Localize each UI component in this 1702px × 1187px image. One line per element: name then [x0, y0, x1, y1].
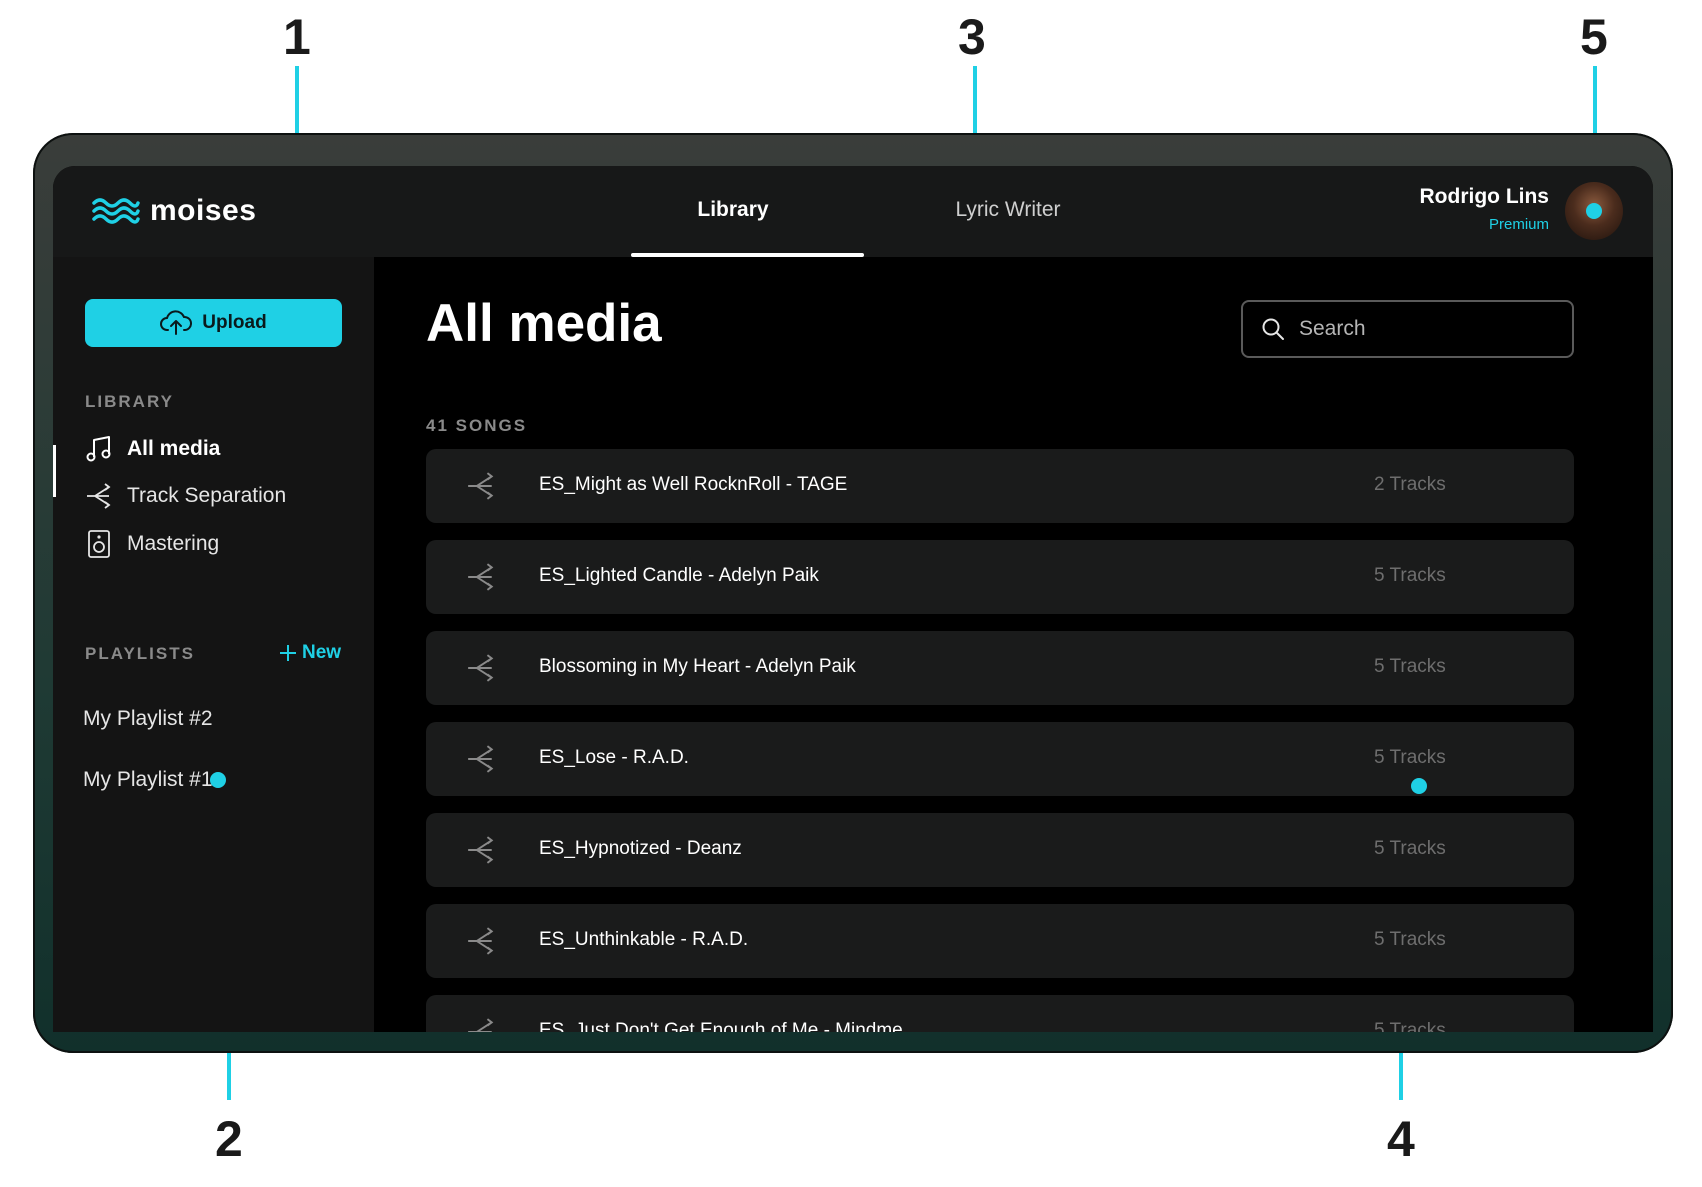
- upload-label: Upload: [202, 312, 267, 333]
- song-title: ES_Lose - R.A.D.: [539, 747, 689, 768]
- split-icon: [468, 1018, 494, 1032]
- track-count: 5 Tracks: [1374, 656, 1446, 677]
- user-plan-badge: Premium: [1488, 216, 1549, 233]
- song-row[interactable]: ES_Unthinkable - R.A.D. 5 Tracks: [426, 904, 1574, 978]
- sidebar-item-playlist-2[interactable]: My Playlist #2: [83, 707, 213, 731]
- track-count: 2 Tracks: [1374, 474, 1446, 495]
- song-title: ES_Hypnotized - Deanz: [539, 838, 742, 859]
- upload-button[interactable]: Upload: [85, 299, 342, 347]
- tab-lyric-writer[interactable]: Lyric Writer: [918, 198, 1098, 222]
- split-icon: [468, 654, 494, 682]
- song-title: ES_Unthinkable - R.A.D.: [539, 929, 749, 950]
- tab-library[interactable]: Library: [633, 198, 833, 222]
- active-item-indicator: [53, 445, 56, 497]
- sidebar-item-label: Mastering: [127, 532, 220, 555]
- song-row[interactable]: ES_Hypnotized - Deanz 5 Tracks: [426, 813, 1574, 887]
- track-count: 5 Tracks: [1374, 1020, 1446, 1032]
- track-count: 5 Tracks: [1374, 565, 1446, 586]
- split-icon: [468, 836, 494, 864]
- split-icon: [87, 483, 111, 509]
- callout-4: 4: [1387, 1111, 1415, 1167]
- callout-2: 2: [215, 1111, 243, 1167]
- top-bar: moises Library Lyric Writer Rodrigo Lins…: [53, 166, 1653, 257]
- cloud-upload-icon: [160, 310, 193, 335]
- library-heading: LIBRARY: [85, 392, 174, 411]
- split-icon: [468, 745, 494, 773]
- active-tab-indicator: [631, 253, 864, 257]
- playlists-heading: PLAYLISTS: [85, 644, 195, 663]
- callout-4-dot: [1411, 778, 1427, 794]
- search-icon: [1262, 318, 1284, 340]
- callout-3: 3: [958, 9, 986, 65]
- music-note-icon: [86, 436, 111, 462]
- logo-text: moises: [150, 194, 257, 227]
- logo[interactable]: moises: [92, 194, 256, 228]
- song-row[interactable]: ES_Just Don't Get Enough of Me - Mindme …: [426, 995, 1574, 1032]
- song-title: ES_Just Don't Get Enough of Me - Mindme: [539, 1020, 903, 1032]
- sidebar-item-label: Track Separation: [127, 484, 287, 507]
- track-count: 5 Tracks: [1374, 747, 1446, 768]
- song-row[interactable]: Blossoming in My Heart - Adelyn Paik 5 T…: [426, 631, 1574, 705]
- app-screen: moises Library Lyric Writer Rodrigo Lins…: [53, 166, 1653, 1032]
- user-name[interactable]: Rodrigo Lins: [1420, 185, 1550, 209]
- avatar[interactable]: [1565, 182, 1623, 240]
- track-count: 5 Tracks: [1374, 929, 1446, 950]
- sidebar-item-label: All media: [127, 437, 221, 460]
- song-title: ES_Lighted Candle - Adelyn Paik: [539, 565, 819, 586]
- new-playlist-button[interactable]: New: [278, 642, 341, 664]
- song-row[interactable]: ES_Might as Well RocknRoll - TAGE 2 Trac…: [426, 449, 1574, 523]
- sidebar-item-mastering[interactable]: Mastering: [85, 529, 219, 559]
- sidebar: Upload LIBRARY All media Track Separatio…: [53, 257, 374, 1032]
- song-row[interactable]: ES_Lighted Candle - Adelyn Paik 5 Tracks: [426, 540, 1574, 614]
- plus-icon: [280, 645, 296, 661]
- song-count: 41 SONGS: [426, 416, 528, 435]
- song-title: ES_Might as Well RocknRoll - TAGE: [539, 474, 848, 495]
- split-icon: [468, 563, 494, 591]
- page-title: All media: [426, 294, 662, 353]
- song-list: ES_Might as Well RocknRoll - TAGE 2 Trac…: [426, 449, 1574, 1032]
- sidebar-item-playlist-1[interactable]: My Playlist #1: [83, 768, 226, 792]
- playlist-label: My Playlist #1: [83, 768, 213, 791]
- speaker-icon: [88, 530, 110, 558]
- search-input[interactable]: [1299, 317, 1539, 341]
- sidebar-item-all-media[interactable]: All media: [85, 435, 220, 463]
- song-row[interactable]: ES_Lose - R.A.D. 5 Tracks: [426, 722, 1574, 796]
- sidebar-item-track-separation[interactable]: Track Separation: [85, 482, 286, 510]
- search-box[interactable]: [1241, 300, 1574, 358]
- callout-5-dot: [1586, 203, 1602, 219]
- callout-2-dot: [210, 772, 226, 788]
- song-title: Blossoming in My Heart - Adelyn Paik: [539, 656, 856, 677]
- moises-wave-icon: [92, 198, 140, 224]
- new-label: New: [302, 642, 342, 663]
- callout-1: 1: [283, 9, 311, 65]
- callout-5: 5: [1580, 9, 1608, 65]
- track-count: 5 Tracks: [1374, 838, 1446, 859]
- split-icon: [468, 927, 494, 955]
- split-icon: [468, 472, 494, 500]
